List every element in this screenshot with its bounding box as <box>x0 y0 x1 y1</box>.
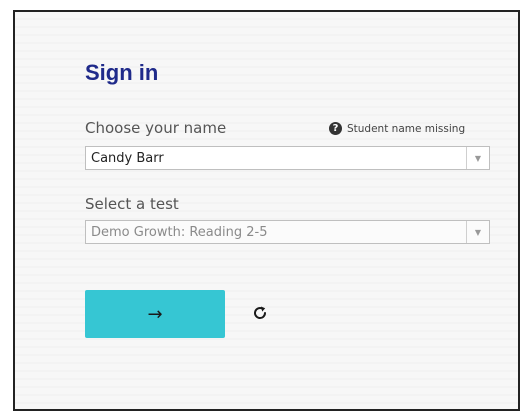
refresh-icon <box>254 306 267 319</box>
question-circle-icon: ? <box>329 122 342 135</box>
chevron-down-icon[interactable]: ▼ <box>466 147 489 169</box>
name-select[interactable]: Candy Barr ▼ <box>85 146 490 170</box>
refresh-button[interactable] <box>247 300 273 326</box>
test-select[interactable]: Demo Growth: Reading 2-5 ▼ <box>85 220 490 244</box>
submit-button[interactable]: → <box>85 290 225 338</box>
chevron-down-icon[interactable]: ▼ <box>466 221 489 243</box>
name-missing-hint: ? Student name missing <box>329 122 465 135</box>
test-select-value: Demo Growth: Reading 2-5 <box>91 224 268 240</box>
page-title: Sign in <box>85 60 159 85</box>
test-field-label: Select a test <box>85 195 179 213</box>
name-select-value: Candy Barr <box>91 150 164 166</box>
name-field-label: Choose your name <box>85 119 227 137</box>
arrow-right-icon: → <box>147 303 163 325</box>
name-missing-hint-text: Student name missing <box>347 122 466 135</box>
signin-panel: Sign in Choose your name ? Student name … <box>13 10 520 411</box>
